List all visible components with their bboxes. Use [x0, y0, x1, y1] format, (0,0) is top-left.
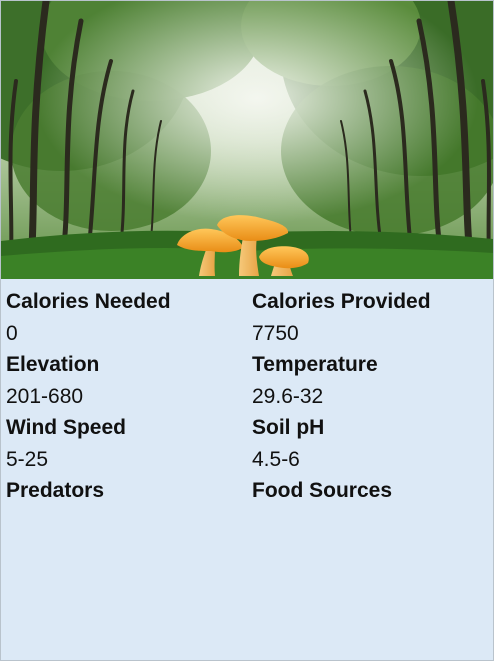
temperature-value: 29.6-32 [252, 384, 324, 408]
stats-left-column: Calories Needed 0 Elevation 201-680 Wind… [6, 286, 171, 538]
predators-value [6, 507, 171, 539]
predators-label: Predators [6, 479, 105, 502]
species-card: Calories Needed 0 Elevation 201-680 Wind… [0, 0, 494, 661]
calories-needed-label: Calories Needed [6, 290, 171, 313]
temperature-label: Temperature [252, 353, 378, 376]
calories-provided-value: 7750 [252, 321, 299, 345]
elevation-value: 201-680 [6, 384, 84, 408]
soil-ph-label: Soil pH [252, 416, 325, 439]
forest-mushroom-image [1, 1, 493, 279]
soil-ph-value: 4.5-6 [252, 447, 300, 471]
stats-right-column: Calories Provided 7750 Temperature 29.6-… [252, 286, 431, 538]
calories-needed-value: 0 [6, 321, 18, 345]
food-sources-label: Food Sources [252, 479, 393, 502]
food-sources-value [252, 507, 431, 539]
calories-provided-label: Calories Provided [252, 290, 431, 313]
wind-speed-value: 5-25 [6, 447, 49, 471]
wind-speed-label: Wind Speed [6, 416, 126, 439]
stats-panel: Calories Needed 0 Elevation 201-680 Wind… [1, 279, 493, 660]
elevation-label: Elevation [6, 353, 100, 376]
